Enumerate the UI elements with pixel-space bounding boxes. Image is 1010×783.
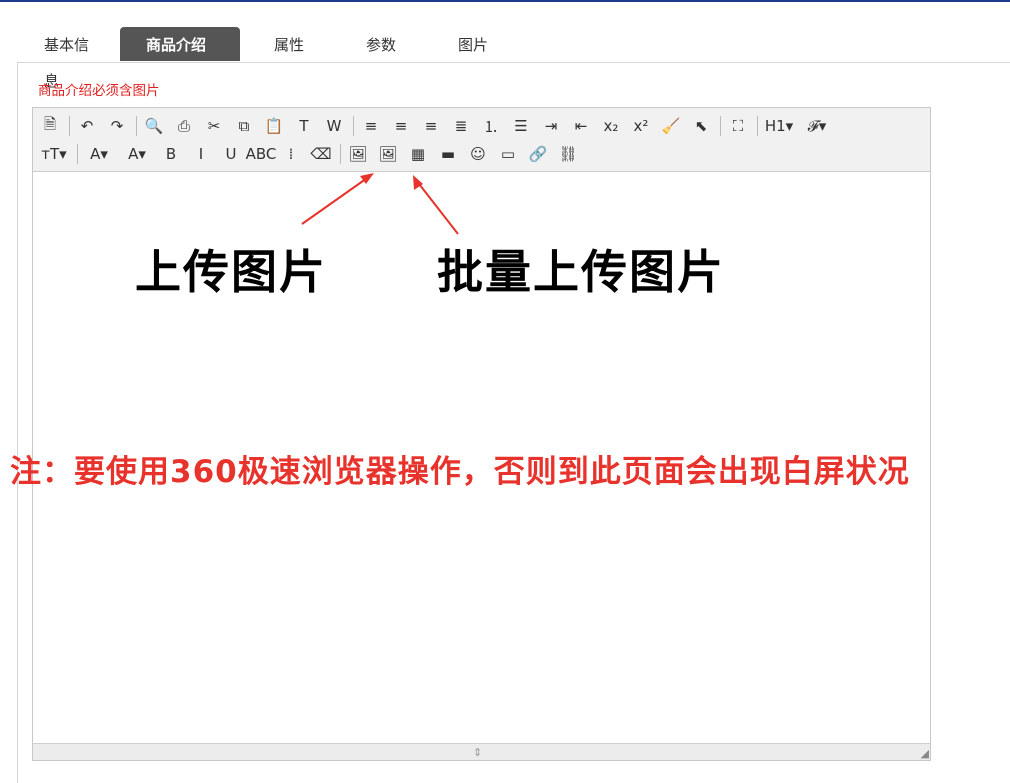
- batch-upload-annotation: 批量上传图片: [437, 245, 725, 299]
- arrow-to-upload-icon: [301, 175, 371, 225]
- annotation-arrows: [301, 173, 459, 235]
- upload-image-annotation: 上传图片: [135, 245, 327, 299]
- browser-warning-note: 注：要使用360极速浏览器操作，否则到此页面会出现白屏状况: [10, 454, 910, 490]
- arrow-to-batch-upload-icon: [415, 179, 459, 235]
